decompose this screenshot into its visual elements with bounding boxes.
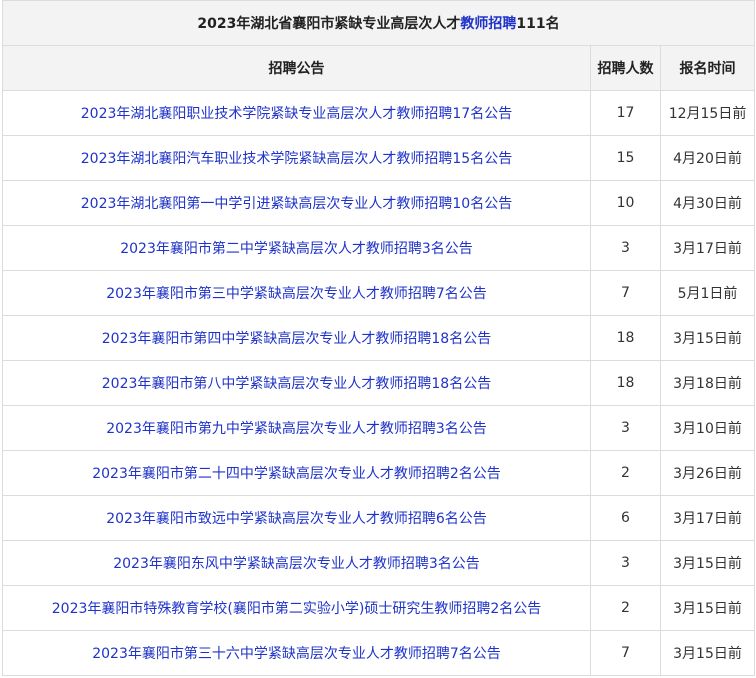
- recruit-count-cell: 17: [590, 90, 661, 136]
- deadline-cell: 3月15日前: [659, 630, 756, 676]
- table-title-highlight-link[interactable]: 教师招聘: [460, 16, 516, 32]
- recruit-count-cell: 18: [590, 360, 661, 406]
- recruit-count-cell: 7: [590, 630, 661, 676]
- table-row: 2023年襄阳市第二十四中学紧缺高层次专业人才教师招聘2名公告 2 3月26日前: [2, 450, 756, 496]
- column-header-notice: 招聘公告: [2, 45, 591, 91]
- table-row: 2023年湖北襄阳职业技术学院紧缺专业高层次人才教师招聘17名公告 17 12月15…: [2, 90, 756, 136]
- notice-link[interactable]: 2023年襄阳市第三中学紧缺高层次专业人才教师招聘7名公告: [106, 286, 487, 302]
- notice-cell: 2023年襄阳市特殊教育学校(襄阳市第二实验小学)硕士研究生教师招聘2名公告: [2, 585, 591, 631]
- notice-cell: 2023年襄阳市第四中学紧缺高层次专业人才教师招聘18名公告: [2, 315, 591, 361]
- deadline-cell: 3月15日前: [659, 585, 756, 631]
- table-row: 2023年湖北襄阳汽车职业技术学院紧缺高层次人才教师招聘15名公告 15 4月20日…: [2, 135, 756, 181]
- deadline-cell: 3月18日前: [659, 360, 756, 406]
- recruit-count-cell: 15: [590, 135, 661, 181]
- table-row: 2023年襄阳东风中学紧缺高层次专业人才教师招聘3名公告 3 3月15日前: [2, 540, 756, 586]
- deadline-cell: 12月15日前: [659, 90, 756, 136]
- table-row: 2023年襄阳市第三中学紧缺高层次专业人才教师招聘7名公告 7 5月1日前: [2, 270, 756, 316]
- deadline-cell: 3月17日前: [659, 495, 756, 541]
- notice-link[interactable]: 2023年襄阳市第三十六中学紧缺高层次专业人才教师招聘7名公告: [92, 646, 501, 662]
- recruit-count-cell: 18: [590, 315, 661, 361]
- table-row: 2023年襄阳市第九中学紧缺高层次专业人才教师招聘3名公告 3 3月10日前: [2, 405, 756, 451]
- notice-link[interactable]: 2023年襄阳市第二中学紧缺高层次人才教师招聘3名公告: [120, 241, 473, 257]
- notice-link[interactable]: 2023年襄阳市特殊教育学校(襄阳市第二实验小学)硕士研究生教师招聘2名公告: [52, 601, 541, 617]
- recruit-count-cell: 10: [590, 180, 661, 226]
- notice-cell: 2023年襄阳市第三中学紧缺高层次专业人才教师招聘7名公告: [2, 270, 591, 316]
- notice-cell: 2023年襄阳东风中学紧缺高层次专业人才教师招聘3名公告: [2, 540, 591, 586]
- notice-link[interactable]: 2023年襄阳东风中学紧缺高层次专业人才教师招聘3名公告: [113, 556, 480, 572]
- table-caption-row: 2023年湖北省襄阳市紧缺专业高层次人才教师招聘111名: [1, 0, 756, 46]
- recruit-count-cell: 3: [590, 540, 661, 586]
- table-title: 2023年湖北省襄阳市紧缺专业高层次人才教师招聘111名: [1, 0, 756, 46]
- table-row: 2023年襄阳市第四中学紧缺高层次专业人才教师招聘18名公告 18 3月15日前: [2, 315, 756, 361]
- deadline-cell: 3月15日前: [659, 315, 756, 361]
- notice-cell: 2023年湖北襄阳第一中学引进紧缺高层次专业人才教师招聘10名公告: [2, 180, 591, 226]
- table-row: 2023年襄阳市第八中学紧缺高层次专业人才教师招聘18名公告 18 3月18日前: [2, 360, 756, 406]
- column-header-count: 招聘人数: [590, 45, 661, 91]
- notice-cell: 2023年襄阳市第二中学紧缺高层次人才教师招聘3名公告: [2, 225, 591, 271]
- deadline-cell: 5月1日前: [659, 270, 756, 316]
- table-row: 2023年湖北襄阳第一中学引进紧缺高层次专业人才教师招聘10名公告 10 4月30日…: [2, 180, 756, 226]
- deadline-cell: 3月26日前: [659, 450, 756, 496]
- deadline-cell: 3月15日前: [659, 540, 756, 586]
- table-header-row: 招聘公告 招聘人数 报名时间: [2, 45, 756, 91]
- table-row: 2023年襄阳市第二中学紧缺高层次人才教师招聘3名公告 3 3月17日前: [2, 225, 756, 271]
- deadline-cell: 4月30日前: [659, 180, 756, 226]
- notice-cell: 2023年襄阳市第九中学紧缺高层次专业人才教师招聘3名公告: [2, 405, 591, 451]
- notice-link[interactable]: 2023年襄阳市致远中学紧缺高层次专业人才教师招聘6名公告: [106, 511, 487, 527]
- notice-cell: 2023年襄阳市第三十六中学紧缺高层次专业人才教师招聘7名公告: [2, 630, 591, 676]
- recruit-count-cell: 6: [590, 495, 661, 541]
- recruit-count-cell: 2: [590, 585, 661, 631]
- recruit-count-cell: 3: [590, 405, 661, 451]
- table-title-suffix: 111名: [516, 16, 560, 32]
- notice-cell: 2023年湖北襄阳职业技术学院紧缺专业高层次人才教师招聘17名公告: [2, 90, 591, 136]
- notice-link[interactable]: 2023年襄阳市第八中学紧缺高层次专业人才教师招聘18名公告: [102, 376, 491, 392]
- notice-link[interactable]: 2023年襄阳市第四中学紧缺高层次专业人才教师招聘18名公告: [102, 331, 491, 347]
- deadline-cell: 3月10日前: [659, 405, 756, 451]
- notice-link[interactable]: 2023年湖北襄阳汽车职业技术学院紧缺高层次人才教师招聘15名公告: [81, 151, 512, 167]
- notice-link[interactable]: 2023年湖北襄阳职业技术学院紧缺专业高层次人才教师招聘17名公告: [81, 106, 512, 122]
- notice-cell: 2023年襄阳市第二十四中学紧缺高层次专业人才教师招聘2名公告: [2, 450, 591, 496]
- table-row: 2023年襄阳市第三十六中学紧缺高层次专业人才教师招聘7名公告 7 3月15日前: [2, 630, 756, 676]
- table-body: 2023年湖北省襄阳市紧缺专业高层次人才教师招聘111名 招聘公告 招聘人数 报…: [1, 0, 756, 676]
- notice-cell: 2023年襄阳市第八中学紧缺高层次专业人才教师招聘18名公告: [2, 360, 591, 406]
- table-row: 2023年襄阳市特殊教育学校(襄阳市第二实验小学)硕士研究生教师招聘2名公告 2 3…: [2, 585, 756, 631]
- deadline-cell: 3月17日前: [659, 225, 756, 271]
- column-header-deadline: 报名时间: [659, 45, 756, 91]
- notice-link[interactable]: 2023年襄阳市第二十四中学紧缺高层次专业人才教师招聘2名公告: [92, 466, 501, 482]
- table-row: 2023年襄阳市致远中学紧缺高层次专业人才教师招聘6名公告 6 3月17日前: [2, 495, 756, 541]
- table-title-prefix: 2023年湖北省襄阳市紧缺专业高层次人才: [197, 16, 461, 32]
- notice-link[interactable]: 2023年湖北襄阳第一中学引进紧缺高层次专业人才教师招聘10名公告: [81, 196, 512, 212]
- notice-link[interactable]: 2023年襄阳市第九中学紧缺高层次专业人才教师招聘3名公告: [106, 421, 487, 437]
- recruitment-table: 2023年湖北省襄阳市紧缺专业高层次人才教师招聘111名 招聘公告 招聘人数 报…: [1, 0, 756, 676]
- notice-cell: 2023年襄阳市致远中学紧缺高层次专业人才教师招聘6名公告: [2, 495, 591, 541]
- notice-cell: 2023年湖北襄阳汽车职业技术学院紧缺高层次人才教师招聘15名公告: [2, 135, 591, 181]
- recruit-count-cell: 7: [590, 270, 661, 316]
- recruit-count-cell: 2: [590, 450, 661, 496]
- recruit-count-cell: 3: [590, 225, 661, 271]
- deadline-cell: 4月20日前: [659, 135, 756, 181]
